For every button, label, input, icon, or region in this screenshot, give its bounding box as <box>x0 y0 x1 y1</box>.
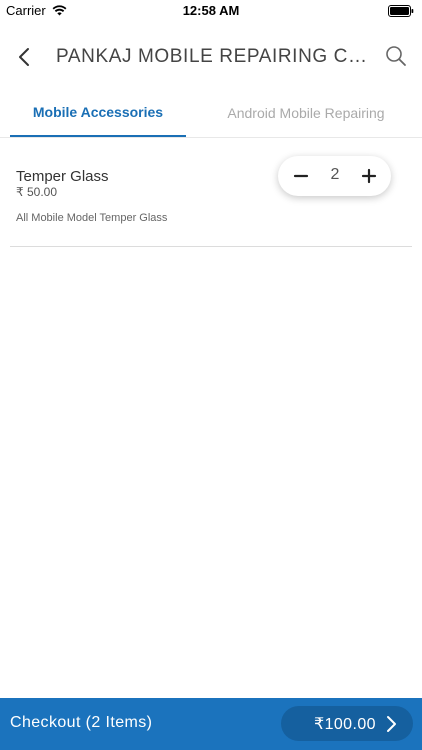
plus-icon[interactable] <box>358 165 380 187</box>
battery-icon <box>388 5 414 17</box>
chevron-right-icon <box>387 716 396 732</box>
tab-mobile-accessories[interactable]: Mobile Accessories <box>10 88 186 137</box>
back-arrow-icon[interactable] <box>14 46 36 68</box>
minus-icon[interactable] <box>290 165 312 187</box>
quantity-stepper: 2 <box>278 156 391 196</box>
search-icon[interactable] <box>384 44 408 68</box>
status-time: 12:58 AM <box>182 3 240 18</box>
checkout-label[interactable]: Checkout (2 Items) <box>10 714 152 732</box>
tab-android-mobile-repairing[interactable]: Android Mobile Repairing <box>200 88 412 137</box>
status-bar: Carrier 12:58 AM <box>0 0 422 22</box>
app-header: PANKAJ MOBILE REPAIRING CEN... <box>0 22 422 88</box>
page-title: PANKAJ MOBILE REPAIRING CEN... <box>56 46 370 67</box>
category-tabs: Mobile Accessories Android Mobile Repair… <box>0 88 422 138</box>
checkout-bar[interactable]: Checkout (2 Items) ₹100.00 <box>0 698 422 750</box>
checkout-total-amount: ₹100.00 <box>314 716 376 733</box>
product-name: Temper Glass <box>16 168 109 185</box>
product-description: All Mobile Model Temper Glass <box>16 212 168 224</box>
checkout-total-button[interactable]: ₹100.00 <box>281 706 413 741</box>
list-item: Temper Glass ₹ 50.00 All Mobile Model Te… <box>10 150 412 247</box>
product-price: ₹ 50.00 <box>16 185 57 199</box>
quantity-value: 2 <box>330 166 340 183</box>
